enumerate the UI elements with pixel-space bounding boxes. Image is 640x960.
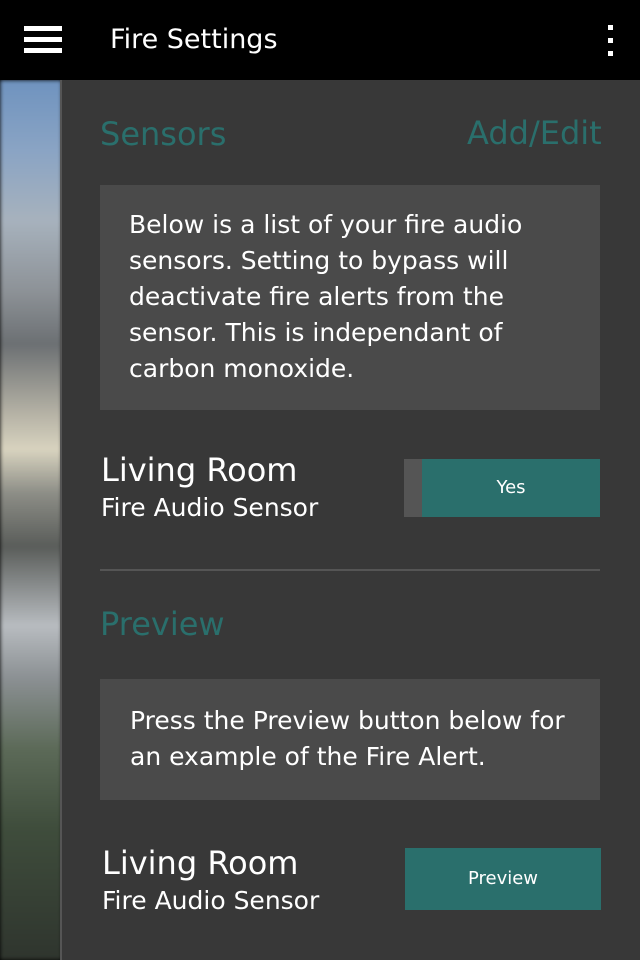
sensor-type: Fire Audio Sensor <box>101 493 319 522</box>
hamburger-menu-icon[interactable] <box>24 24 62 56</box>
sensors-section-title: Sensors <box>100 115 227 153</box>
app-bar: Fire Settings <box>0 0 640 80</box>
sensor-name: Living Room <box>101 451 298 489</box>
menu-bar-top <box>24 26 62 31</box>
toggle-track <box>404 459 422 517</box>
toggle-label: Yes <box>422 459 600 517</box>
preview-sensor-name: Living Room <box>102 844 299 882</box>
overflow-dot <box>608 51 613 56</box>
preview-button[interactable]: Preview <box>405 848 601 910</box>
preview-info-box: Press the Preview button below for an ex… <box>100 679 600 800</box>
settings-panel: Sensors Add/Edit Below is a list of your… <box>62 80 640 960</box>
section-divider <box>100 569 600 571</box>
menu-bar-middle <box>24 37 62 42</box>
preview-section-title: Preview <box>100 605 225 643</box>
add-edit-link[interactable]: Add/Edit <box>467 113 602 153</box>
page-title: Fire Settings <box>110 24 278 55</box>
background-image-strip <box>0 80 62 960</box>
overflow-dot <box>608 25 613 30</box>
sensors-info-box: Below is a list of your fire audio senso… <box>100 185 600 410</box>
fire-settings-screen: Fire Settings Sensors Add/Edit Below is … <box>0 0 640 960</box>
bypass-toggle[interactable]: Yes <box>404 459 600 517</box>
more-vertical-icon[interactable] <box>600 22 622 58</box>
overflow-dot <box>608 38 613 43</box>
preview-sensor-type: Fire Audio Sensor <box>102 886 320 915</box>
menu-bar-bottom <box>24 48 62 53</box>
